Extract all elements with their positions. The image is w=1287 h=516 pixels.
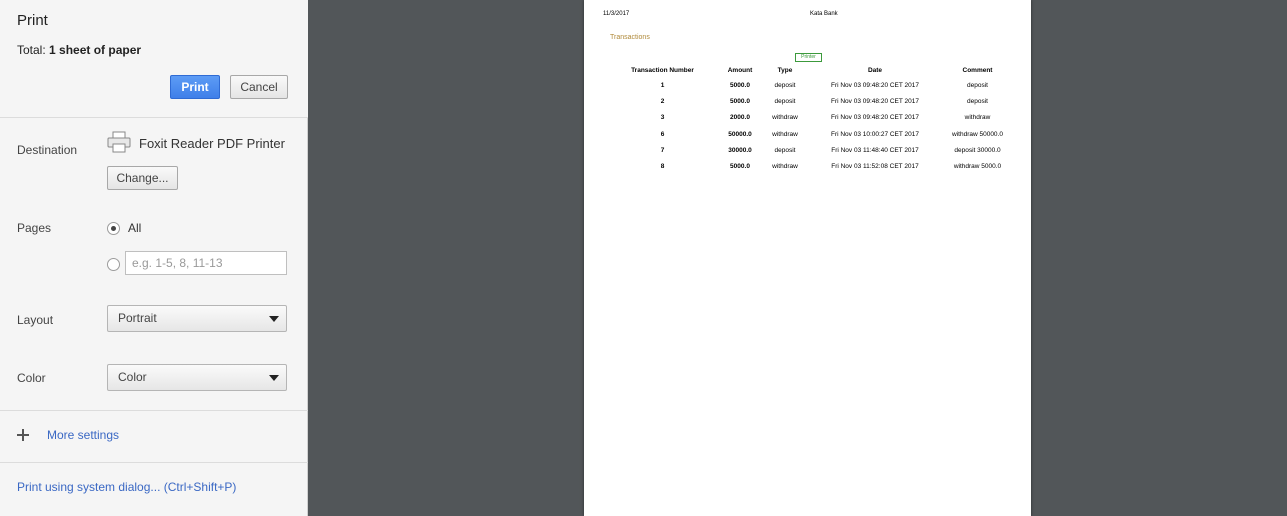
table-row: 3 2000.0 withdraw Fri Nov 03 09:48:20 CE… bbox=[610, 110, 1010, 126]
cell-number: 3 bbox=[660, 114, 665, 122]
cell-date: Fri Nov 03 09:48:20 CET 2017 bbox=[830, 81, 920, 89]
table-row: 1 5000.0 deposit Fri Nov 03 09:48:20 CET… bbox=[610, 77, 1010, 93]
cell-type: deposit bbox=[774, 97, 796, 105]
color-label: Color bbox=[17, 371, 46, 385]
cell-amount: 5000.0 bbox=[730, 163, 750, 171]
chevron-down-icon bbox=[269, 316, 279, 322]
cell-comment: deposit bbox=[967, 81, 988, 89]
destination-printer-name: Foxit Reader PDF Printer bbox=[139, 136, 285, 151]
column-header: Transaction Number bbox=[631, 67, 694, 74]
cell-amount: 50000.0 bbox=[728, 130, 752, 138]
preview-bank-name: Kata Bank bbox=[810, 11, 838, 17]
pages-label: Pages bbox=[17, 221, 52, 235]
table-row: 2 5000.0 deposit Fri Nov 03 09:48:20 CET… bbox=[610, 93, 1010, 109]
destination-label: Destination bbox=[17, 143, 78, 157]
print-settings-sidebar: Print Total: 1 sheet of paper Print Canc… bbox=[0, 0, 308, 516]
pages-custom-input[interactable] bbox=[125, 251, 287, 275]
total-value: 1 sheet of paper bbox=[49, 43, 142, 57]
pages-all-label: All bbox=[128, 221, 142, 235]
cell-comment: withdraw 5000.0 bbox=[953, 163, 1002, 171]
column-header: Type bbox=[777, 67, 793, 74]
cell-type: deposit bbox=[774, 81, 796, 89]
page-title: Print bbox=[17, 12, 48, 29]
table-row: 7 30000.0 deposit Fri Nov 03 11:48:40 CE… bbox=[610, 142, 1010, 158]
table-row: 6 50000.0 withdraw Fri Nov 03 10:00:27 C… bbox=[610, 126, 1010, 142]
transactions-table: Transaction Number Amount Type Date Comm… bbox=[610, 64, 1010, 175]
cell-number: 1 bbox=[660, 81, 665, 89]
printer-icon bbox=[107, 131, 131, 153]
cell-amount: 5000.0 bbox=[730, 97, 750, 105]
divider bbox=[0, 410, 308, 411]
cell-type: withdraw bbox=[772, 163, 798, 171]
plus-icon bbox=[17, 429, 29, 441]
cell-amount: 30000.0 bbox=[728, 146, 752, 154]
preview-printer-button: Printer bbox=[795, 53, 822, 62]
cell-date: Fri Nov 03 11:48:40 CET 2017 bbox=[831, 146, 919, 154]
color-select[interactable]: Color bbox=[107, 364, 287, 391]
column-header: Date bbox=[867, 67, 883, 74]
layout-label: Layout bbox=[17, 313, 54, 327]
more-settings-link[interactable]: More settings bbox=[17, 428, 119, 442]
divider bbox=[0, 117, 308, 118]
cell-number: 8 bbox=[660, 163, 665, 171]
cell-comment: withdraw bbox=[964, 114, 991, 122]
preview-page: 11/3/2017 Kata Bank Transactions Printer… bbox=[584, 0, 1031, 516]
column-header: Amount bbox=[727, 67, 753, 74]
cell-number: 2 bbox=[660, 97, 665, 105]
cell-number: 7 bbox=[660, 146, 665, 154]
cell-comment: withdraw 50000.0 bbox=[952, 130, 1003, 138]
cell-date: Fri Nov 03 09:48:20 CET 2017 bbox=[830, 97, 920, 105]
column-header: Comment bbox=[962, 67, 993, 74]
pages-all-radio[interactable] bbox=[107, 222, 120, 235]
cell-date: Fri Nov 03 09:48:20 CET 2017 bbox=[830, 114, 920, 122]
cell-date: Fri Nov 03 11:52:08 CET 2017 bbox=[831, 163, 919, 171]
cell-type: withdraw bbox=[772, 114, 798, 122]
preview-date: 11/3/2017 bbox=[603, 11, 630, 17]
more-settings-label: More settings bbox=[47, 428, 120, 442]
sheet-total: Total: 1 sheet of paper bbox=[17, 43, 141, 57]
change-destination-button[interactable]: Change... bbox=[107, 166, 178, 190]
layout-select-value: Portrait bbox=[118, 311, 157, 325]
cell-type: deposit bbox=[774, 146, 796, 154]
cell-type: withdraw bbox=[772, 130, 798, 138]
print-button[interactable]: Print bbox=[170, 75, 220, 99]
color-select-value: Color bbox=[118, 370, 147, 384]
cell-comment: deposit 30000.0 bbox=[954, 146, 1001, 154]
total-label: Total: bbox=[17, 43, 46, 57]
table-row: 8 5000.0 withdraw Fri Nov 03 11:52:08 CE… bbox=[610, 158, 1010, 174]
cell-number: 6 bbox=[660, 130, 665, 138]
system-dialog-link[interactable]: Print using system dialog... (Ctrl+Shift… bbox=[17, 480, 236, 494]
cell-amount: 2000.0 bbox=[730, 114, 750, 122]
layout-select[interactable]: Portrait bbox=[107, 305, 287, 332]
table-header-row: Transaction Number Amount Type Date Comm… bbox=[610, 64, 1010, 77]
cell-amount: 5000.0 bbox=[730, 81, 750, 89]
pages-custom-radio[interactable] bbox=[107, 258, 120, 271]
divider bbox=[0, 462, 308, 463]
preview-heading: Transactions bbox=[610, 34, 650, 41]
cancel-button[interactable]: Cancel bbox=[230, 75, 288, 99]
cell-comment: deposit bbox=[967, 97, 988, 105]
print-header: Print Total: 1 sheet of paper Print Canc… bbox=[0, 0, 308, 117]
chevron-down-icon bbox=[269, 375, 279, 381]
cell-date: Fri Nov 03 10:00:27 CET 2017 bbox=[830, 130, 920, 138]
